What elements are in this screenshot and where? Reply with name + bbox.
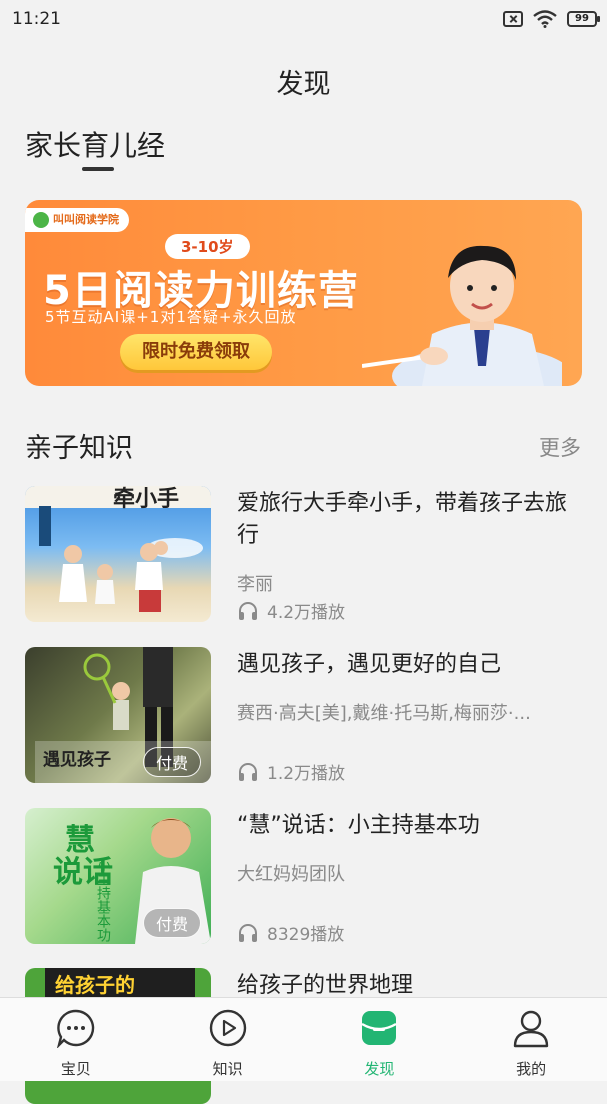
item-title: 遇见孩子，遇见更好的自己 bbox=[237, 652, 502, 677]
banner-cta-button[interactable]: 限时免费领取 bbox=[120, 334, 272, 370]
thumb-side-text: 小主持基本功 bbox=[95, 858, 111, 943]
item-plays: 1.2万播放 bbox=[237, 759, 345, 784]
page-title: 发现 bbox=[276, 69, 331, 100]
tab-label: 宝贝 bbox=[60, 1060, 91, 1078]
banner-logo: 叫叫阅读学院 bbox=[25, 208, 129, 232]
item-title: “慧”说话：小主持基本功 bbox=[237, 813, 480, 838]
plays-count: 1.2万播放 bbox=[267, 764, 346, 784]
paid-badge: 付费 bbox=[142, 908, 201, 938]
travel-illustration: 牵小手 bbox=[25, 486, 211, 612]
battery-icon: 99 bbox=[567, 11, 600, 27]
tab-discover[interactable]: 发现 bbox=[304, 998, 456, 1081]
wifi-icon bbox=[533, 10, 557, 28]
tab-label: 我的 bbox=[516, 1060, 547, 1078]
banner-subtitle: 5节互动AI课+1对1答疑+永久回放 bbox=[45, 308, 297, 326]
tab-label: 知识 bbox=[212, 1060, 243, 1078]
tab-baby[interactable]: 宝贝 bbox=[0, 998, 152, 1081]
item-author: 赛西·高夫[美],戴维·托马斯,梅丽莎·... bbox=[237, 703, 531, 724]
headphones-icon bbox=[239, 923, 257, 942]
promo-banner[interactable]: 叫叫阅读学院 3-10岁 5日阅读力训练营 5节互动AI课+1对1答疑+永久回放… bbox=[25, 200, 582, 386]
thumb-text: 遇见孩子 bbox=[43, 749, 111, 770]
headphones-icon bbox=[239, 601, 257, 620]
item-author: 李丽 bbox=[237, 574, 273, 595]
list-item[interactable]: 慧 说话 小主持基本功 付费 “慧”说话：小主持基本功 大红妈妈团队 8329播… bbox=[25, 808, 582, 945]
play-circle-icon bbox=[209, 1009, 246, 1047]
section-tab-parenting[interactable]: 家长育儿经 bbox=[25, 124, 165, 164]
item-thumbnail: 遇见孩子 付费 bbox=[25, 647, 211, 783]
status-time: 11:21 bbox=[12, 9, 61, 29]
list-item[interactable]: 牵小手 爱旅行大手牵小手，带着孩子去旅行 李丽 4.2万播放 bbox=[25, 486, 582, 623]
chat-bubble-icon bbox=[56, 1009, 95, 1048]
item-author: 大红妈妈团队 bbox=[237, 864, 345, 885]
section-title-parenting-knowledge: 亲子知识 bbox=[25, 433, 133, 464]
paid-badge: 付费 bbox=[142, 747, 201, 777]
thumb-text: 慧 bbox=[65, 823, 95, 858]
tab-label: 发现 bbox=[364, 1060, 395, 1078]
more-link[interactable]: 更多 bbox=[539, 432, 581, 462]
plays-count: 4.2万播放 bbox=[267, 603, 346, 623]
item-thumbnail: 牵小手 bbox=[25, 486, 211, 622]
item-plays: 4.2万播放 bbox=[237, 598, 345, 623]
plays-count: 8329播放 bbox=[267, 925, 345, 945]
banner-age-badge: 3-10岁 bbox=[165, 234, 250, 259]
item-title: 爱旅行大手牵小手，带着孩子去旅行 bbox=[237, 491, 568, 548]
person-icon bbox=[513, 1010, 549, 1048]
bottom-tab-bar: 宝贝 知识 发现 我的 bbox=[0, 997, 607, 1081]
no-sim-icon bbox=[503, 11, 523, 27]
item-thumbnail: 慧 说话 小主持基本功 付费 bbox=[25, 808, 211, 944]
banner-logo-text: 叫叫阅读学院 bbox=[53, 213, 119, 226]
thumb-text: 牵小手 bbox=[113, 487, 179, 512]
logo-icon bbox=[33, 212, 49, 228]
tab-underline bbox=[82, 167, 114, 171]
status-bar: 11:21 99 bbox=[0, 0, 607, 40]
status-icons: 99 bbox=[503, 10, 600, 28]
headphones-icon bbox=[239, 762, 257, 781]
item-plays: 8329播放 bbox=[237, 920, 344, 945]
tab-knowledge[interactable]: 知识 bbox=[152, 998, 304, 1081]
tab-mine[interactable]: 我的 bbox=[455, 998, 607, 1081]
discover-bag-icon bbox=[361, 1011, 397, 1045]
thumb-text: 给孩子的 bbox=[55, 973, 135, 997]
list-item[interactable]: 遇见孩子 付费 遇见孩子，遇见更好的自己 赛西·高夫[美],戴维·托马斯,梅丽莎… bbox=[25, 647, 582, 784]
boy-illustration bbox=[362, 245, 562, 386]
